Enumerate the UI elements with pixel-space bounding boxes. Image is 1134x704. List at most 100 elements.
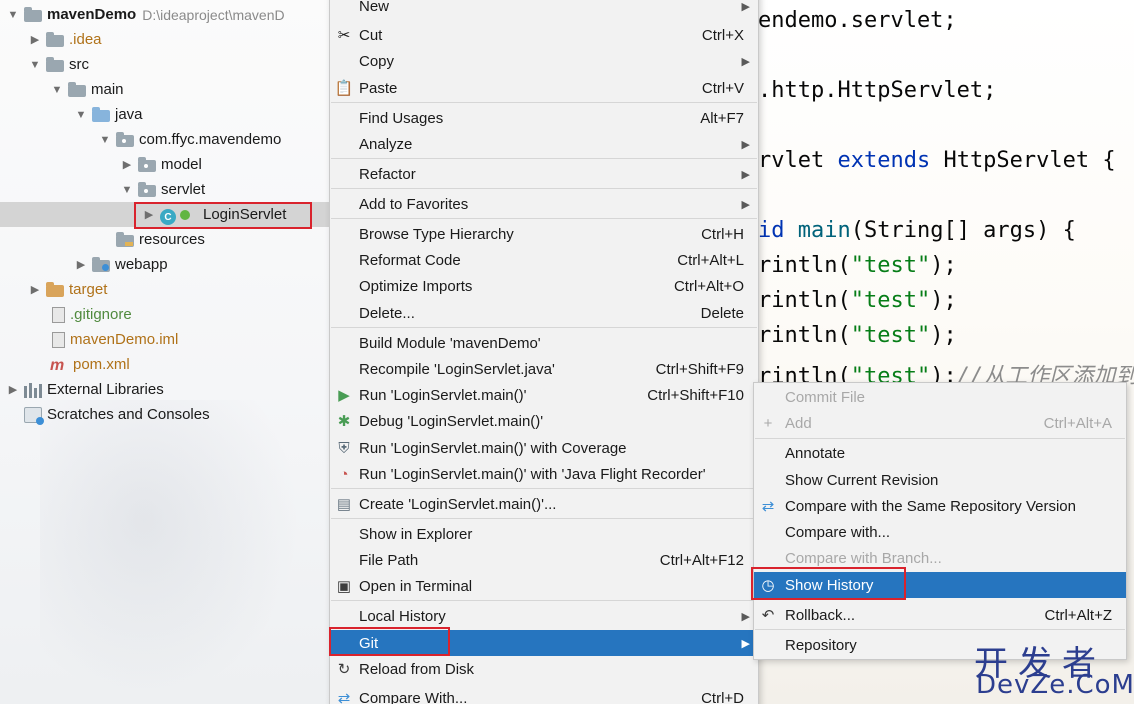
menu-item-build-module[interactable]: Build Module 'mavenDemo' (330, 330, 758, 356)
menu-item-show-history[interactable]: ◷ Show History (754, 572, 1126, 598)
package-icon (138, 156, 156, 172)
menu-item-create-run-config[interactable]: ▤ Create 'LoginServlet.main()'... (330, 491, 758, 517)
menu-separator (331, 102, 757, 103)
menu-item-rollback[interactable]: ↶ Rollback... Ctrl+Alt+Z (754, 602, 1126, 628)
tree-item-src[interactable]: ▼ src (0, 52, 330, 77)
tree-item-main[interactable]: ▼ main (0, 77, 330, 102)
tree-item-label: mavenDemo.iml (70, 331, 179, 348)
package-icon (138, 181, 156, 197)
menu-item-add[interactable]: + Add Ctrl+Alt+A (754, 410, 1126, 436)
menu-separator (755, 438, 1125, 439)
menu-item-copy[interactable]: Copy ▶ (330, 48, 758, 74)
tree-item-pom[interactable]: m pom.xml (0, 352, 330, 377)
menu-item-compare-with-branch[interactable]: Compare with Branch... (754, 545, 1126, 571)
menu-item-recompile[interactable]: Recompile 'LoginServlet.java' Ctrl+Shift+… (330, 356, 758, 382)
menu-item-compare-with-git[interactable]: Compare with... (754, 519, 1126, 545)
rollback-icon: ↶ (761, 607, 775, 624)
menu-separator (331, 218, 757, 219)
tree-item-label: target (69, 281, 108, 298)
history-clock-icon: ◷ (761, 577, 775, 594)
tree-item-label: Scratches and Consoles (47, 406, 210, 423)
tree-item-model[interactable]: ▶ model (0, 152, 330, 177)
menu-item-debug[interactable]: ✱ Debug 'LoginServlet.main()' (330, 408, 758, 434)
menu-item-compare-with[interactable]: ⇄ Compare With... Ctrl+D (330, 685, 758, 704)
tree-item-gitignore[interactable]: .gitignore (0, 302, 330, 327)
menu-item-show-current-revision[interactable]: Show Current Revision (754, 467, 1126, 493)
chevron-right-icon[interactable]: ▶ (142, 208, 156, 222)
menu-item-reformat-code[interactable]: Reformat Code Ctrl+Alt+L (330, 247, 758, 273)
menu-separator (331, 158, 757, 159)
tree-item-label: .idea (69, 31, 102, 48)
coverage-shield-icon: ⛨ (338, 439, 350, 457)
tree-item-label: External Libraries (47, 381, 164, 398)
tree-item-external-libraries[interactable]: ▶ External Libraries (0, 377, 330, 402)
tree-item-servlet[interactable]: ▼ servlet (0, 177, 330, 202)
code-line: rvlet extends HttpServlet { (758, 148, 1116, 173)
menu-item-run[interactable]: ▶ Run 'LoginServlet.main()' Ctrl+Shift+F1… (330, 382, 758, 408)
menu-item-run-with-coverage[interactable]: ⛨ Run 'LoginServlet.main()' with Coverag… (330, 435, 758, 461)
chevron-down-icon[interactable]: ▼ (6, 8, 20, 22)
menu-item-reload-from-disk[interactable]: ↻ Reload from Disk (330, 656, 758, 682)
menu-item-analyze[interactable]: Analyze ▶ (330, 131, 758, 157)
code-line: rintln("test"); (758, 323, 957, 348)
menu-item-file-path[interactable]: File Path Ctrl+Alt+F12 (330, 547, 758, 573)
tree-item-label: .gitignore (70, 306, 132, 323)
tree-item-label: com.ffyc.mavendemo (139, 131, 282, 148)
menu-item-cut[interactable]: ✂ Cut Ctrl+X (330, 22, 758, 48)
tree-item-java[interactable]: ▼ java (0, 102, 330, 127)
project-tree-panel: ▼ mavenDemo D:\ideaproject\mavenD ▶ .ide… (0, 0, 330, 704)
menu-item-git[interactable]: Git ▶ (330, 630, 758, 656)
tree-item-package[interactable]: ▼ com.ffyc.mavendemo (0, 127, 330, 152)
tree-item-label: mavenDemo (47, 6, 137, 23)
source-folder-icon (92, 106, 110, 122)
chevron-down-icon[interactable]: ▼ (98, 133, 112, 147)
reload-icon: ↻ (337, 661, 351, 678)
tree-item-scratches[interactable]: ▶ Scratches and Consoles (0, 402, 330, 427)
menu-item-show-in-explorer[interactable]: Show in Explorer (330, 521, 758, 547)
tree-item-target[interactable]: ▶ target (0, 277, 330, 302)
menu-item-local-history[interactable]: Local History ▶ (330, 603, 758, 629)
code-line: rintln("test"); (758, 253, 957, 278)
run-marker-icon (180, 209, 190, 220)
chevron-right-icon[interactable]: ▶ (6, 383, 20, 397)
menu-item-paste[interactable]: 📋 Paste Ctrl+V (330, 75, 758, 101)
tree-item-idea[interactable]: ▶ .idea (0, 27, 330, 52)
tree-item-iml[interactable]: mavenDemo.iml (0, 327, 330, 352)
menu-separator (331, 188, 757, 189)
tree-item-resources[interactable]: ▶ resources (0, 227, 330, 252)
tree-item-label: webapp (115, 256, 168, 273)
chevron-down-icon[interactable]: ▼ (74, 108, 88, 122)
chevron-right-icon[interactable]: ▶ (74, 258, 88, 272)
chevron-right-icon[interactable]: ▶ (28, 283, 42, 297)
menu-item-open-in-terminal[interactable]: ▣ Open in Terminal (330, 573, 758, 599)
tree-item-label: LoginServlet (203, 206, 287, 223)
menu-item-browse-type-hierarchy[interactable]: Browse Type Hierarchy Ctrl+H (330, 221, 758, 247)
menu-item-compare-same-repo[interactable]: ⇄ Compare with the Same Repository Versi… (754, 493, 1126, 519)
chevron-right-icon[interactable]: ▶ (28, 33, 42, 47)
tree-item-project-root[interactable]: ▼ mavenDemo D:\ideaproject\mavenD (0, 2, 330, 27)
git-submenu: Commit File + Add Ctrl+Alt+A Annotate Sho… (753, 382, 1127, 660)
menu-item-find-usages[interactable]: Find Usages Alt+F7 (330, 105, 758, 131)
chevron-right-icon[interactable]: ▶ (120, 158, 134, 172)
tree-item-webapp[interactable]: ▶ webapp (0, 252, 330, 277)
tree-item-label: src (69, 56, 89, 73)
menu-separator (331, 600, 757, 601)
clipboard-icon: 📋 (334, 80, 354, 97)
menu-item-optimize-imports[interactable]: Optimize Imports Ctrl+Alt+O (330, 273, 758, 299)
tree-item-label: java (115, 106, 143, 123)
folder-icon (46, 56, 64, 72)
chevron-down-icon[interactable]: ▼ (120, 183, 134, 197)
chevron-down-icon[interactable]: ▼ (28, 58, 42, 72)
menu-item-delete[interactable]: Delete... Delete (330, 300, 758, 326)
menu-item-refactor[interactable]: Refactor ▶ (330, 161, 758, 187)
code-line: .http.HttpServlet; (758, 78, 997, 103)
menu-item-new[interactable]: New ▶ (330, 0, 758, 19)
menu-item-run-with-jfr[interactable]: ◔ Run 'LoginServlet.main()' with 'Java F… (330, 461, 758, 487)
menu-item-annotate[interactable]: Annotate (754, 440, 1126, 466)
menu-separator (755, 629, 1125, 630)
menu-item-commit-file[interactable]: Commit File (754, 384, 1126, 410)
scratches-icon (24, 406, 44, 425)
menu-item-add-to-favorites[interactable]: Add to Favorites ▶ (330, 191, 758, 217)
chevron-down-icon[interactable]: ▼ (50, 83, 64, 97)
tree-item-loginservlet[interactable]: ▶ C LoginServlet (0, 202, 330, 227)
